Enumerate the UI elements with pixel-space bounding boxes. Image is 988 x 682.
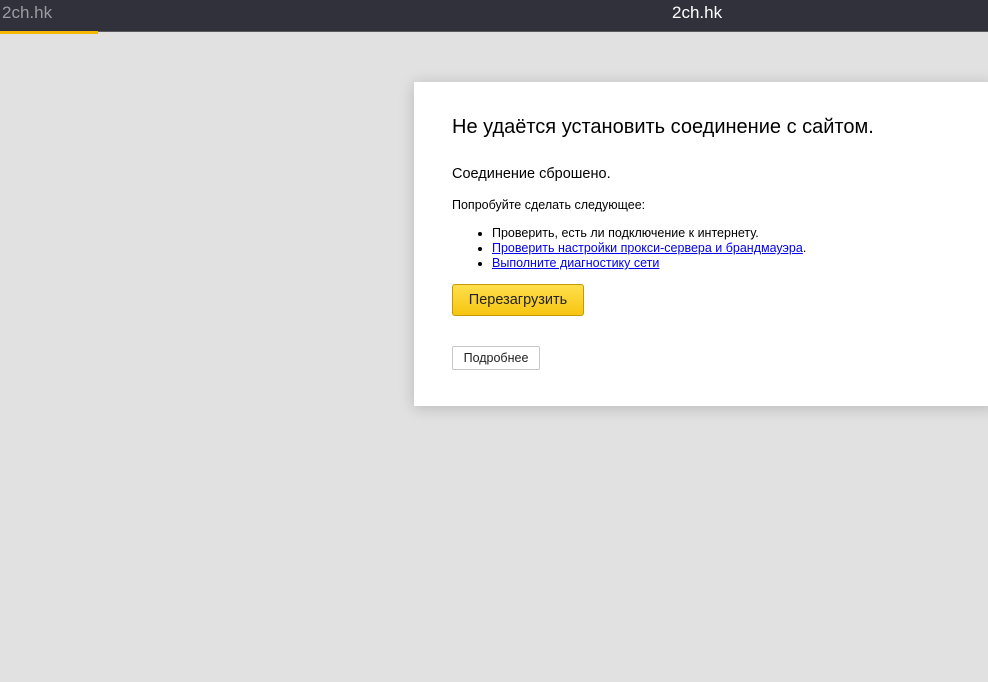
suggestion-suffix: .	[802, 241, 807, 255]
check-proxy-firewall-link[interactable]: Проверить настройки прокси-сервера и бра…	[492, 241, 803, 255]
suggestions-intro: Попробуйте сделать следующее:	[452, 198, 646, 212]
tab-title[interactable]: 2ch.hk	[2, 3, 52, 23]
error-heading: Не удаётся установить соединение с сайто…	[452, 116, 874, 138]
suggestion-check-connection: Проверить, есть ли подключение к интерне…	[492, 226, 806, 241]
suggestions-list: Проверить, есть ли подключение к интерне…	[452, 226, 806, 271]
run-network-diagnostics-link[interactable]: Выполните диагностику сети	[492, 256, 659, 270]
error-subheading: Соединение сброшено.	[452, 166, 611, 182]
window-title: 2ch.hk	[672, 3, 723, 22]
details-button[interactable]: Подробнее	[452, 346, 540, 370]
error-panel: Не удаётся установить соединение с сайто…	[414, 82, 988, 406]
browser-titlebar: 2ch.hk 2ch.hk	[0, 0, 988, 32]
suggestion-run-diagnostics: Выполните диагностику сети	[492, 256, 806, 271]
page-load-progress-bar	[0, 31, 98, 34]
suggestion-check-proxy: Проверить настройки прокси-сервера и бра…	[492, 241, 806, 256]
reload-button[interactable]: Перезагрузить	[452, 284, 584, 316]
suggestion-text: Проверить, есть ли подключение к интерне…	[492, 226, 759, 240]
